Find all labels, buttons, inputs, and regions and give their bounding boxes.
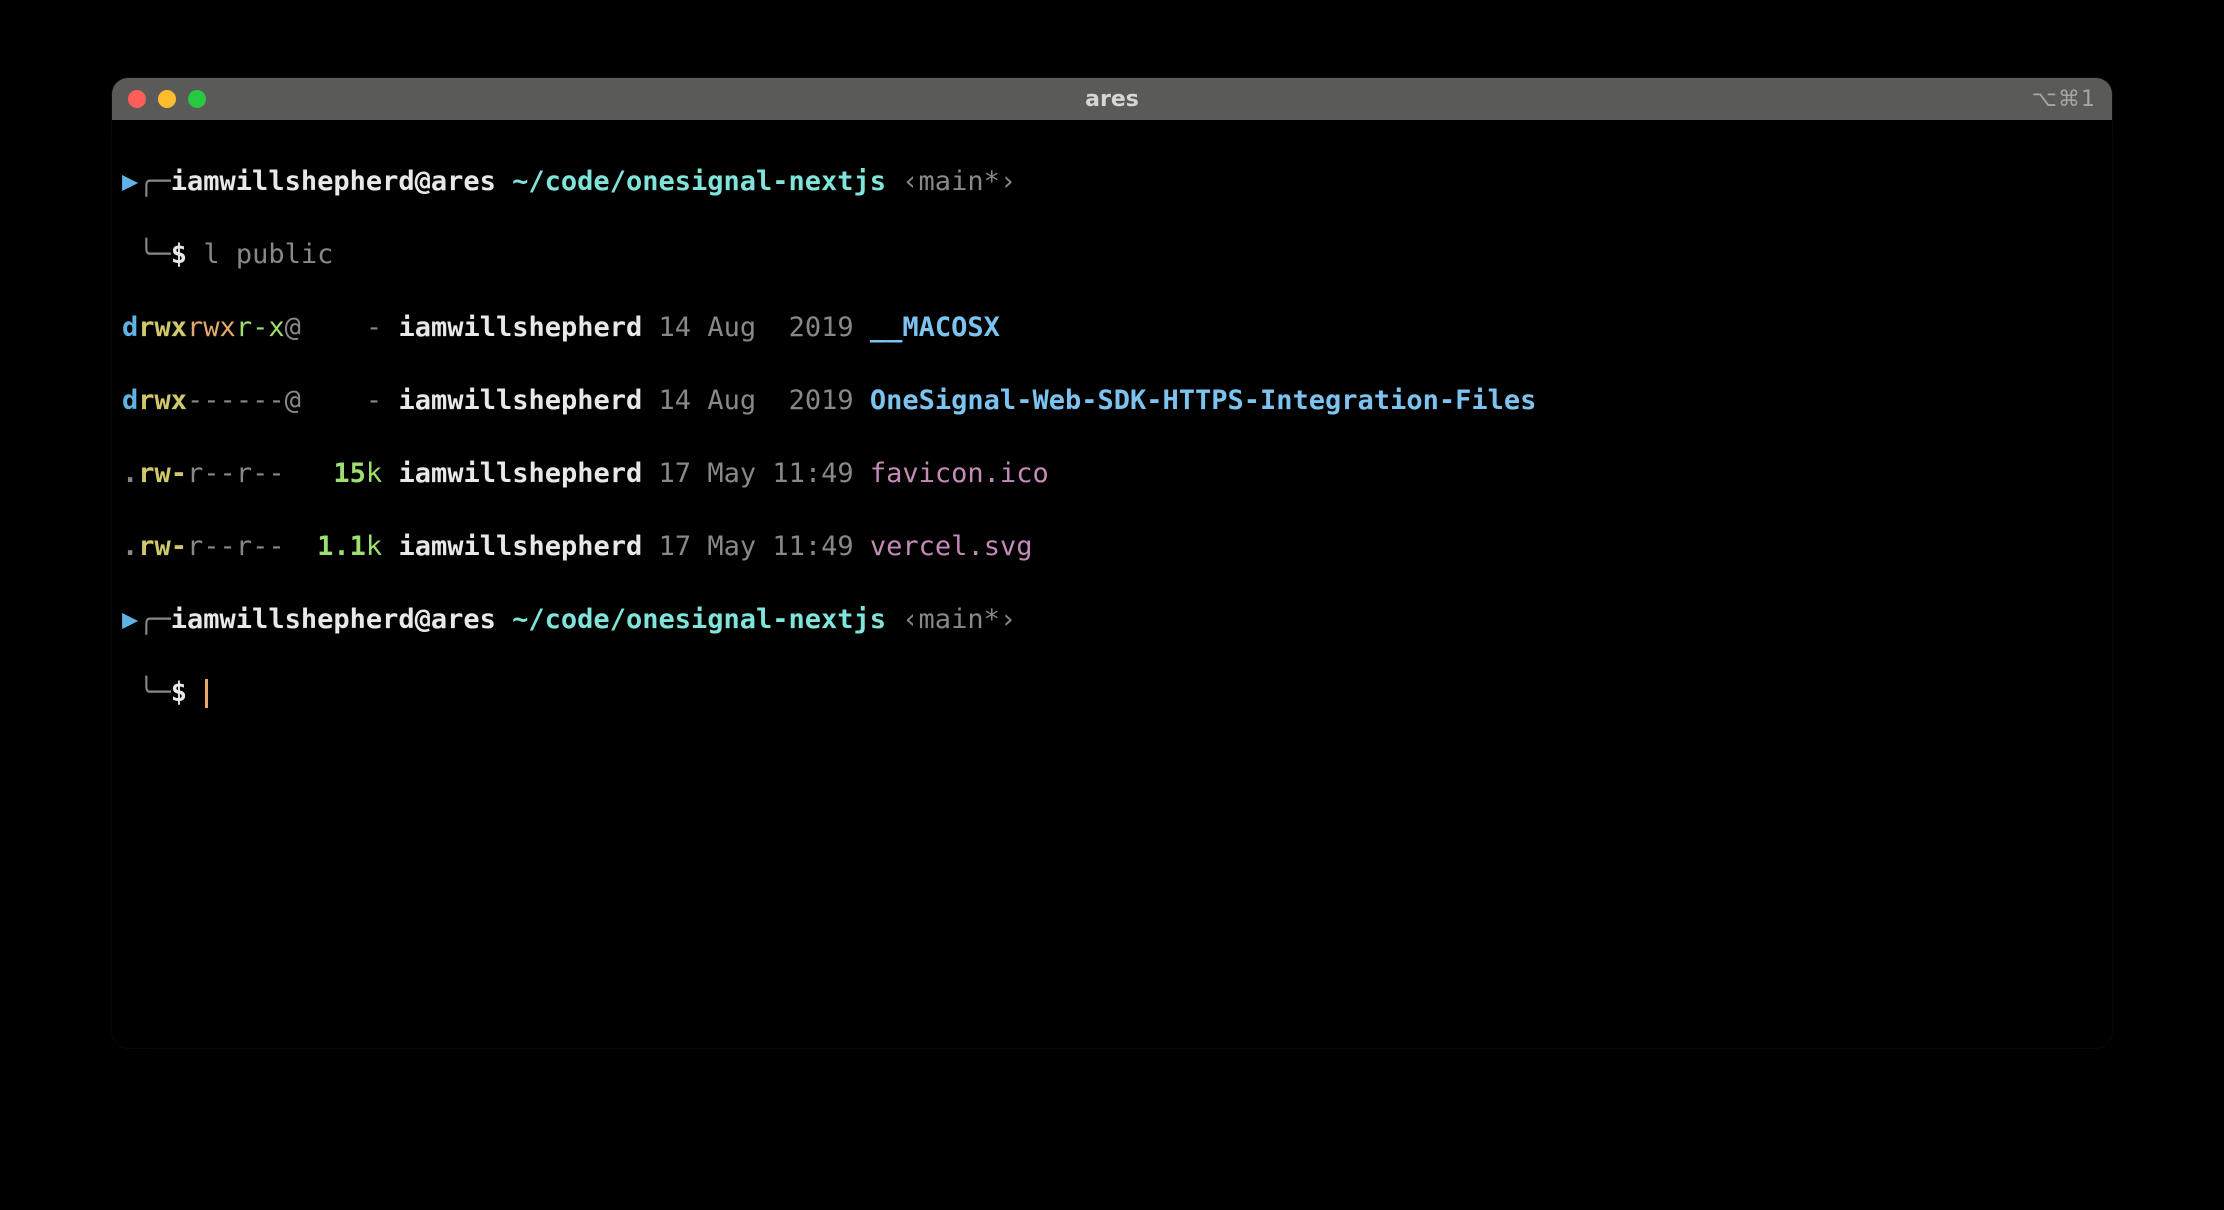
perm-type: . xyxy=(122,458,138,489)
prompt-arrow-icon: ▶ xyxy=(122,604,138,635)
list-row: .rw-r--r-- 15k iamwillshepherd 17 May 11… xyxy=(122,456,2102,492)
perm-user: rw- xyxy=(138,531,187,562)
prompt-line-1: ▶╭─iamwillshepherd@ares ~/code/onesignal… xyxy=(122,602,2102,638)
terminal-content[interactable]: ▶╭─iamwillshepherd@ares ~/code/onesignal… xyxy=(112,120,2112,792)
perm-user: rwx xyxy=(138,385,187,416)
minimize-icon[interactable] xyxy=(158,90,176,108)
file-date: 17 May 11:49 xyxy=(659,531,854,562)
file-owner: iamwillshepherd xyxy=(398,531,642,562)
file-date: 14 Aug 2019 xyxy=(659,312,854,343)
cursor-icon xyxy=(205,679,208,707)
prompt-path: ~/code/onesignal-nextjs xyxy=(512,166,886,197)
file-date: 14 Aug 2019 xyxy=(659,385,854,416)
perm-suffix xyxy=(285,531,301,562)
file-name: __MACOSX xyxy=(870,312,1000,343)
prompt-userhost: iamwillshepherd@ares xyxy=(171,166,496,197)
prompt-corner-bottom: ╰─ xyxy=(138,239,171,270)
perm-user: rwx xyxy=(138,312,187,343)
file-size-num: 1.1 xyxy=(317,531,366,562)
perm-other: r-- xyxy=(236,458,285,489)
prompt-branch: ‹main*› xyxy=(902,166,1016,197)
prompt-symbol: $ xyxy=(171,677,187,708)
close-icon[interactable] xyxy=(128,90,146,108)
perm-suffix xyxy=(285,458,301,489)
perm-user: rw- xyxy=(138,458,187,489)
file-owner: iamwillshepherd xyxy=(398,385,642,416)
file-name: favicon.ico xyxy=(870,458,1049,489)
perm-group: rwx xyxy=(187,312,236,343)
prompt-corner-top: ╭─ xyxy=(138,604,171,635)
perm-type: d xyxy=(122,312,138,343)
perm-type: d xyxy=(122,385,138,416)
prompt-corner-top: ╭─ xyxy=(138,166,171,197)
perm-group: r-- xyxy=(187,531,236,562)
file-name: OneSignal-Web-SDK-HTTPS-Integration-File… xyxy=(870,385,1536,416)
perm-suffix: @ xyxy=(285,385,301,416)
file-size-num: 15 xyxy=(333,458,366,489)
list-row: .rw-r--r-- 1.1k iamwillshepherd 17 May 1… xyxy=(122,529,2102,565)
prompt-symbol: $ xyxy=(171,239,187,270)
file-owner: iamwillshepherd xyxy=(398,312,642,343)
prompt-path: ~/code/onesignal-nextjs xyxy=(512,604,886,635)
traffic-lights xyxy=(128,90,206,108)
prompt-branch: ‹main*› xyxy=(902,604,1016,635)
perm-type: . xyxy=(122,531,138,562)
file-owner: iamwillshepherd xyxy=(398,458,642,489)
perm-group: --- xyxy=(187,385,236,416)
perm-suffix: @ xyxy=(285,312,301,343)
prompt-line-2: ╰─$ l public xyxy=(122,237,2102,273)
window-title: ares xyxy=(112,87,2112,112)
prompt-line-2: ╰─$ xyxy=(122,675,2102,711)
file-size-unit: k xyxy=(366,458,382,489)
pane-indicator: ⌥⌘1 xyxy=(2032,87,2096,112)
terminal-window: ares ⌥⌘1 ▶╭─iamwillshepherd@ares ~/code/… xyxy=(112,78,2112,1048)
list-row: drwxrwxr-x@ - iamwillshepherd 14 Aug 201… xyxy=(122,310,2102,346)
prompt-arrow-icon: ▶ xyxy=(122,166,138,197)
file-date: 17 May 11:49 xyxy=(659,458,854,489)
perm-other: --- xyxy=(236,385,285,416)
prompt-line-1: ▶╭─iamwillshepherd@ares ~/code/onesignal… xyxy=(122,164,2102,200)
perm-group: r-- xyxy=(187,458,236,489)
file-size-unit: k xyxy=(366,531,382,562)
command-text: l public xyxy=(203,239,333,270)
zoom-icon[interactable] xyxy=(188,90,206,108)
perm-other: r-x xyxy=(236,312,285,343)
file-size: - xyxy=(366,385,382,416)
prompt-userhost: iamwillshepherd@ares xyxy=(171,604,496,635)
perm-other: r-- xyxy=(236,531,285,562)
list-row: drwx------@ - iamwillshepherd 14 Aug 201… xyxy=(122,383,2102,419)
file-name: vercel.svg xyxy=(870,531,1033,562)
file-size: - xyxy=(366,312,382,343)
prompt-corner-bottom: ╰─ xyxy=(138,677,171,708)
titlebar[interactable]: ares ⌥⌘1 xyxy=(112,78,2112,120)
